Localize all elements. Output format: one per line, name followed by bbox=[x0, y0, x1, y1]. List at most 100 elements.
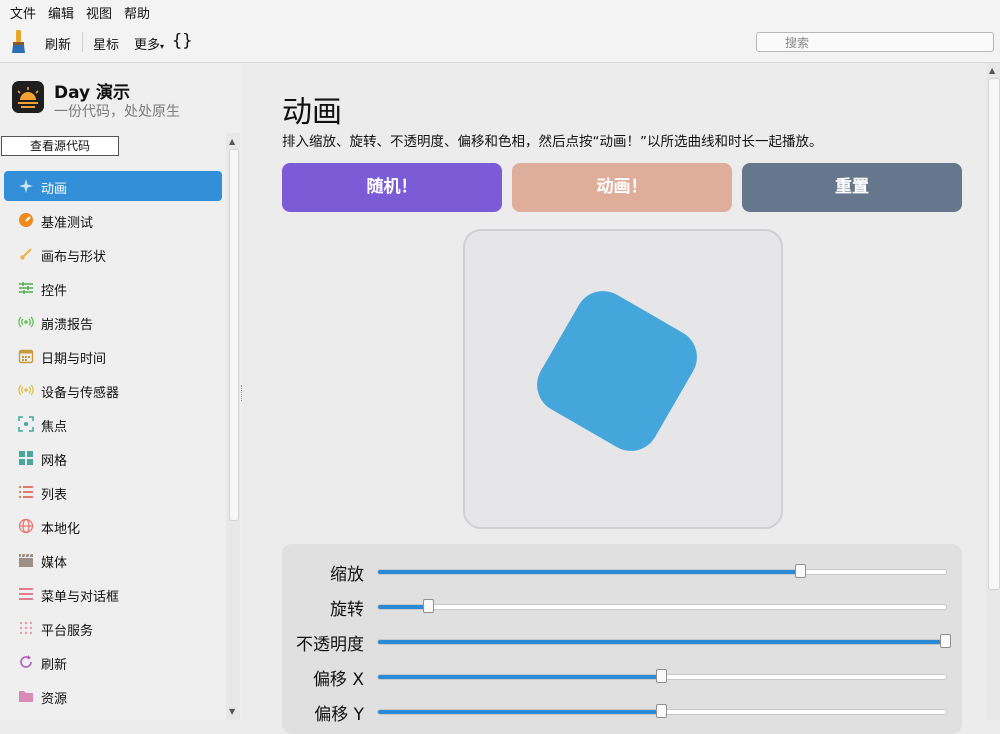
list-icon bbox=[19, 486, 33, 498]
sidebar-item-benchmark[interactable]: 基准测试 bbox=[4, 205, 222, 235]
slider-handle[interactable] bbox=[656, 704, 667, 718]
sidebar-item-label: 列表 bbox=[41, 488, 68, 503]
slider-label: 偏移 X bbox=[312, 670, 364, 690]
sidebar-item-localization[interactable]: 本地化 bbox=[4, 511, 222, 541]
calendar-icon bbox=[18, 349, 34, 364]
more-button[interactable]: 更多▾ bbox=[134, 34, 164, 53]
sidebar-item-datetime[interactable]: 日期与时间 bbox=[4, 341, 222, 371]
sidebar-item-label: 焦点 bbox=[41, 420, 68, 435]
animation-stage bbox=[463, 229, 783, 529]
app-subtitle: 一份代码，处处原生 bbox=[54, 104, 180, 120]
sidebar-item-label: 基准测试 bbox=[41, 216, 94, 231]
sidebar-item-label: 设备与传感器 bbox=[41, 386, 120, 401]
sidebar-item-label: 菜单与对话框 bbox=[41, 590, 120, 605]
slider-fill bbox=[378, 570, 802, 574]
folder-icon bbox=[19, 691, 33, 702]
offset-y-slider[interactable] bbox=[377, 704, 947, 718]
slider-fill bbox=[378, 710, 662, 714]
refresh-icon bbox=[20, 655, 32, 668]
braces-icon[interactable]: {} bbox=[172, 31, 192, 51]
sidebar-item-label: 本地化 bbox=[41, 522, 81, 537]
page-description: 排入缩放、旋转、不透明度、偏移和色相，然后点按“动画！”以所选曲线和时长一起播放… bbox=[282, 134, 823, 150]
app-title: Day 演示 bbox=[54, 83, 131, 103]
sidebar-item-label: 崩溃报告 bbox=[41, 318, 94, 333]
clapper-icon bbox=[19, 553, 33, 567]
refresh-button[interactable]: 刷新 bbox=[45, 34, 71, 53]
slider-row-offset-y: 偏移 Y bbox=[282, 696, 962, 726]
sliders-icon bbox=[19, 282, 33, 294]
brush-logo-icon bbox=[12, 30, 25, 53]
animate-button[interactable]: 动画！ bbox=[512, 163, 732, 212]
sidebar-item-label: 平台服务 bbox=[41, 624, 94, 639]
sidebar-item-label: 画布与形状 bbox=[41, 250, 107, 265]
sidebar-item-list[interactable]: 列表 bbox=[4, 477, 222, 507]
sidebar-item-crash[interactable]: 崩溃报告 bbox=[4, 307, 222, 337]
slider-label: 偏移 Y bbox=[314, 705, 364, 725]
slider-row-rotation: 旋转 bbox=[282, 591, 962, 621]
sidebar: Day 演示 一份代码，处处原生 动画 基准测试 画布与形状 控件 崩溃报告 日… bbox=[0, 63, 242, 720]
slider-label: 旋转 bbox=[330, 600, 364, 620]
scroll-down-arrow-icon[interactable]: ▼ bbox=[229, 707, 235, 716]
sidebar-item-platform[interactable]: 平台服务 bbox=[4, 613, 222, 643]
chevron-down-icon: ▾ bbox=[160, 42, 165, 51]
sidebar-item-label: 控件 bbox=[41, 284, 68, 299]
view-source-tooltip: 查看源代码 bbox=[1, 136, 119, 156]
offset-x-slider[interactable] bbox=[377, 669, 947, 683]
random-button[interactable]: 随机！ bbox=[282, 163, 502, 212]
slider-handle[interactable] bbox=[940, 634, 951, 648]
scale-slider[interactable] bbox=[377, 564, 947, 578]
page-title: 动画 bbox=[282, 95, 342, 130]
slider-fill bbox=[378, 605, 430, 609]
sidebar-item-label: 刷新 bbox=[41, 658, 68, 673]
slider-fill bbox=[378, 640, 946, 644]
reset-button[interactable]: 重置 bbox=[742, 163, 962, 212]
rotation-slider[interactable] bbox=[377, 599, 947, 613]
star-button[interactable]: 星标 bbox=[93, 34, 119, 53]
sidebar-item-animation[interactable]: 动画 bbox=[4, 171, 222, 201]
slider-fill bbox=[378, 675, 662, 679]
animated-square bbox=[526, 280, 708, 462]
sidebar-item-label: 网格 bbox=[41, 454, 68, 469]
toolbar-separator bbox=[82, 32, 83, 52]
sidebar-item-controls[interactable]: 控件 bbox=[4, 273, 222, 303]
sidebar-item-refresh[interactable]: 刷新 bbox=[4, 647, 222, 677]
slider-handle[interactable] bbox=[423, 599, 435, 613]
menubar: 文件 编辑 视图 帮助 bbox=[0, 0, 1000, 22]
main-scrollbar-thumb[interactable] bbox=[988, 78, 1000, 590]
more-label: 更多 bbox=[134, 38, 161, 53]
menu-edit[interactable]: 编辑 bbox=[48, 3, 74, 22]
sidebar-item-media[interactable]: 媒体 bbox=[4, 545, 222, 575]
menu-file[interactable]: 文件 bbox=[10, 3, 36, 22]
sidebar-item-resources[interactable]: 资源 bbox=[4, 681, 222, 711]
broadcast-icon bbox=[18, 316, 34, 328]
sparkle-icon bbox=[19, 179, 33, 193]
sidebar-item-label: 动画 bbox=[41, 182, 68, 197]
sidebar-item-label: 媒体 bbox=[41, 556, 68, 571]
sidebar-list: 动画 基准测试 画布与形状 控件 崩溃报告 日期与时间 设备与传感器 焦点 网格… bbox=[0, 137, 226, 720]
menu-view[interactable]: 视图 bbox=[86, 3, 112, 22]
sidebar-item-devices[interactable]: 设备与传感器 bbox=[4, 375, 222, 405]
main-content: 动画 排入缩放、旋转、不透明度、偏移和色相，然后点按“动画！”以所选曲线和时长一… bbox=[243, 63, 986, 734]
sidebar-scrollbar-thumb[interactable] bbox=[229, 149, 239, 521]
opacity-slider[interactable] bbox=[377, 634, 951, 648]
sidebar-item-grid[interactable]: 网格 bbox=[4, 443, 222, 473]
main-scroll-up-arrow-icon[interactable]: ▲ bbox=[989, 66, 995, 75]
sidebar-item-canvas[interactable]: 画布与形状 bbox=[4, 239, 222, 269]
search-input[interactable] bbox=[756, 32, 994, 52]
slider-row-scale: 缩放 bbox=[282, 556, 962, 586]
slider-handle[interactable] bbox=[795, 564, 807, 578]
app-icon bbox=[12, 81, 44, 113]
dots-grid-icon bbox=[19, 621, 33, 635]
gauge-icon bbox=[19, 213, 33, 227]
grid-icon bbox=[19, 451, 33, 465]
slider-panel: 缩放 旋转 不透明度 偏移 X 偏移 Y bbox=[282, 544, 962, 734]
menu-icon bbox=[19, 588, 33, 600]
sidebar-item-menus[interactable]: 菜单与对话框 bbox=[4, 579, 222, 609]
toolbar: 刷新 星标 更多▾ {} bbox=[0, 22, 1000, 63]
sidebar-item-label: 日期与时间 bbox=[41, 352, 107, 367]
slider-handle[interactable] bbox=[656, 669, 667, 683]
sidebar-item-label: 资源 bbox=[41, 692, 68, 707]
scroll-up-arrow-icon[interactable]: ▲ bbox=[229, 137, 235, 146]
sidebar-item-focus[interactable]: 焦点 bbox=[4, 409, 222, 439]
menu-help[interactable]: 帮助 bbox=[124, 3, 150, 22]
